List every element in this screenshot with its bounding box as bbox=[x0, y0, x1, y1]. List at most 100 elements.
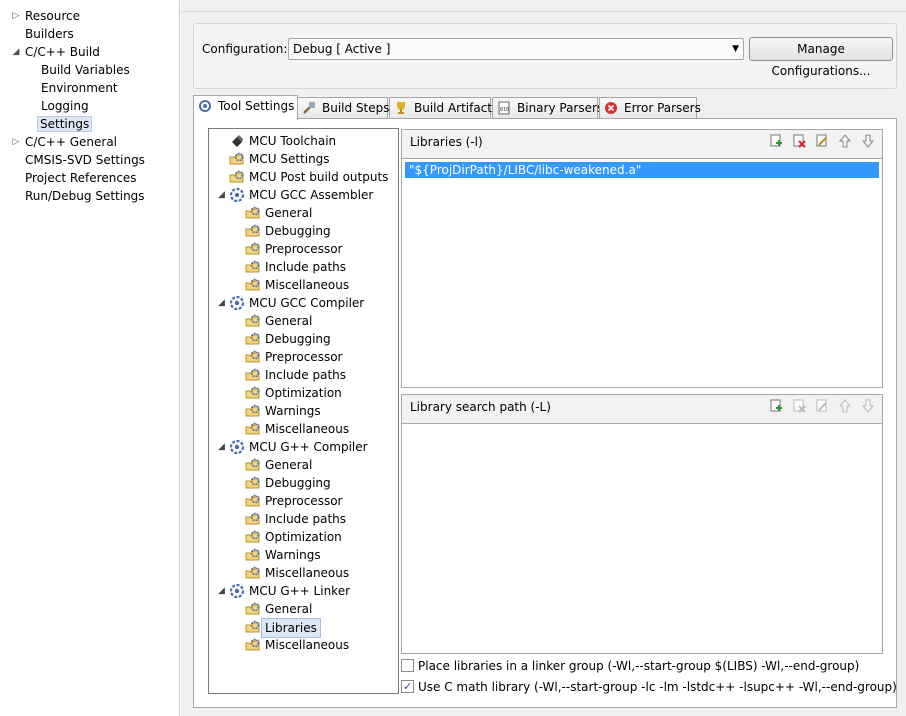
tool-tree-label: MCU Settings bbox=[249, 152, 330, 166]
build-steps-icon bbox=[303, 102, 315, 114]
tool-tree-item[interactable]: Miscellaneous bbox=[209, 276, 398, 294]
tree-item-resource[interactable]: ▷ Resource bbox=[10, 7, 81, 25]
collapse-arrow-icon[interactable]: ◢ bbox=[218, 294, 228, 312]
tree-item-label: Builders bbox=[25, 27, 74, 41]
tool-tree-label: Preprocessor bbox=[265, 350, 343, 364]
tool-tree-label: Libraries bbox=[261, 618, 321, 638]
tool-gear-icon bbox=[229, 439, 245, 455]
tool-tree-label: Miscellaneous bbox=[265, 638, 350, 652]
collapse-arrow-icon[interactable]: ◢ bbox=[218, 438, 228, 456]
tool-tree-item[interactable]: Miscellaneous bbox=[209, 420, 398, 438]
tool-tree-item[interactable]: Warnings bbox=[209, 402, 398, 420]
option-folder-icon bbox=[245, 422, 260, 435]
option-folder-icon bbox=[245, 242, 260, 255]
c-math-option[interactable]: Use C math library (-Wl,--start-group -l… bbox=[401, 678, 897, 696]
tool-tree-label: MCU G++ Linker bbox=[249, 584, 351, 598]
libraries-toolbar bbox=[768, 132, 878, 150]
tool-tree-group[interactable]: ◢ MCU G++ Linker bbox=[209, 582, 398, 600]
tool-tree-group[interactable]: ◢ MCU G++ Compiler bbox=[209, 438, 398, 456]
tab-build-artifact[interactable]: Build Artifact bbox=[389, 97, 492, 119]
tree-item-build-variables[interactable]: Build Variables bbox=[41, 61, 130, 79]
tool-tree-item[interactable]: Optimization bbox=[209, 528, 398, 546]
tool-tree-item[interactable]: General bbox=[209, 204, 398, 222]
list-item-selected[interactable]: "${ProjDirPath}/LIBC/libc-weakened.a" bbox=[405, 162, 879, 178]
move-down-icon[interactable] bbox=[860, 133, 876, 149]
delete-icon[interactable] bbox=[791, 133, 807, 149]
configuration-label: Configuration: bbox=[202, 42, 288, 56]
option-folder-icon bbox=[245, 512, 260, 525]
tool-tree-item[interactable]: General bbox=[209, 312, 398, 330]
tool-tree-item[interactable]: MCU Post build outputs bbox=[209, 168, 398, 186]
tree-item-cpp-general[interactable]: ▷ C/C++ General bbox=[12, 133, 117, 151]
tool-tree-label: Debugging bbox=[265, 224, 331, 238]
tab-tool-settings[interactable]: Tool Settings bbox=[193, 95, 298, 120]
tool-tree-item[interactable]: MCU Settings bbox=[209, 150, 398, 168]
tool-tree-item[interactable]: Optimization bbox=[209, 384, 398, 402]
linker-group-option[interactable]: Place libraries in a linker group (-Wl,-… bbox=[401, 657, 859, 675]
option-folder-icon bbox=[245, 476, 260, 489]
tool-tree-item[interactable]: Preprocessor bbox=[209, 348, 398, 366]
tab-binary-parsers[interactable]: 010 Binary Parsers bbox=[492, 97, 603, 119]
tool-tree-item[interactable]: MCU Toolchain bbox=[209, 132, 398, 150]
expand-arrow-icon[interactable]: ▷ bbox=[10, 133, 22, 151]
move-up-icon bbox=[838, 399, 852, 413]
move-up-icon[interactable] bbox=[837, 133, 853, 149]
tool-tree-label: Warnings bbox=[265, 548, 321, 562]
tree-item-project-references[interactable]: Project References bbox=[25, 169, 137, 187]
tool-tree-item[interactable]: Include paths bbox=[209, 510, 398, 528]
tab-build-steps[interactable]: Build Steps bbox=[297, 97, 390, 119]
tool-tree-item[interactable]: Miscellaneous bbox=[209, 636, 398, 654]
option-folder-icon bbox=[245, 260, 260, 273]
tool-tree-item[interactable]: Debugging bbox=[209, 330, 398, 348]
expand-arrow-icon[interactable]: ▷ bbox=[10, 7, 22, 25]
linker-group-checkbox[interactable] bbox=[401, 659, 414, 672]
tool-tree-item[interactable]: Libraries bbox=[209, 618, 398, 638]
tool-tree-label: MCU GCC Assembler bbox=[249, 188, 374, 202]
libraries-title: Libraries (-l) bbox=[410, 135, 483, 149]
search-path-panel: Library search path (-L) bbox=[401, 394, 883, 654]
tree-item-logging[interactable]: Logging bbox=[41, 97, 89, 115]
edit-icon[interactable] bbox=[814, 133, 830, 149]
tool-tree-label: Optimization bbox=[265, 530, 342, 544]
configuration-value: Debug [ Active ] bbox=[293, 42, 391, 56]
collapse-arrow-icon[interactable]: ◢ bbox=[218, 186, 228, 204]
collapse-arrow-icon[interactable]: ◢ bbox=[218, 582, 228, 600]
tool-tree-item[interactable]: Preprocessor bbox=[209, 240, 398, 258]
page-header-strip bbox=[181, 0, 906, 12]
tool-tree-item[interactable]: Miscellaneous bbox=[209, 564, 398, 582]
tool-tree-item[interactable]: Include paths bbox=[209, 366, 398, 384]
search-path-list[interactable] bbox=[402, 423, 882, 653]
libraries-list[interactable]: "${ProjDirPath}/LIBC/libc-weakened.a" bbox=[402, 158, 882, 387]
tree-item-builders[interactable]: Builders bbox=[25, 25, 74, 43]
tree-item-run-debug[interactable]: Run/Debug Settings bbox=[25, 187, 145, 205]
tool-gear-icon bbox=[229, 295, 245, 311]
tab-label: Build Steps bbox=[322, 101, 390, 115]
tool-tree-item[interactable]: Warnings bbox=[209, 546, 398, 564]
c-math-checkbox[interactable] bbox=[401, 678, 414, 696]
tool-tree-item[interactable]: Include paths bbox=[209, 258, 398, 276]
tree-item-label: Settings bbox=[37, 116, 93, 132]
tree-item-cmsis-svd[interactable]: CMSIS-SVD Settings bbox=[25, 151, 145, 169]
manage-configurations-button[interactable]: Manage Configurations... bbox=[749, 37, 893, 78]
option-folder-icon bbox=[229, 152, 244, 165]
tool-tree-item[interactable]: General bbox=[209, 456, 398, 474]
tab-error-parsers[interactable]: Error Parsers bbox=[599, 97, 701, 119]
linker-group-label: Place libraries in a linker group (-Wl,-… bbox=[418, 659, 860, 673]
tab-label: Build Artifact bbox=[414, 101, 492, 115]
add-icon[interactable] bbox=[768, 398, 784, 414]
tool-tree-label: MCU Toolchain bbox=[249, 134, 337, 148]
tool-tree-item[interactable]: General bbox=[209, 600, 398, 618]
tool-tree-group[interactable]: ◢ MCU GCC Assembler bbox=[209, 186, 398, 204]
option-folder-icon bbox=[245, 530, 260, 543]
tool-tree-item[interactable]: Debugging bbox=[209, 222, 398, 240]
collapse-arrow-icon[interactable]: ◢ bbox=[10, 43, 22, 61]
tool-tree-item[interactable]: Preprocessor bbox=[209, 492, 398, 510]
add-icon[interactable] bbox=[768, 133, 784, 149]
tree-item-environment[interactable]: Environment bbox=[41, 79, 118, 97]
tool-tree-item[interactable]: Debugging bbox=[209, 474, 398, 492]
tool-tree-group[interactable]: ◢ MCU GCC Compiler bbox=[209, 294, 398, 312]
tree-item-settings[interactable]: Settings bbox=[37, 115, 93, 133]
dropdown-arrow-icon[interactable]: ▼ bbox=[732, 39, 739, 59]
tree-item-cpp-build[interactable]: ◢ C/C++ Build bbox=[12, 43, 100, 61]
configuration-combo[interactable]: Debug [ Active ] ▼ bbox=[288, 38, 744, 60]
